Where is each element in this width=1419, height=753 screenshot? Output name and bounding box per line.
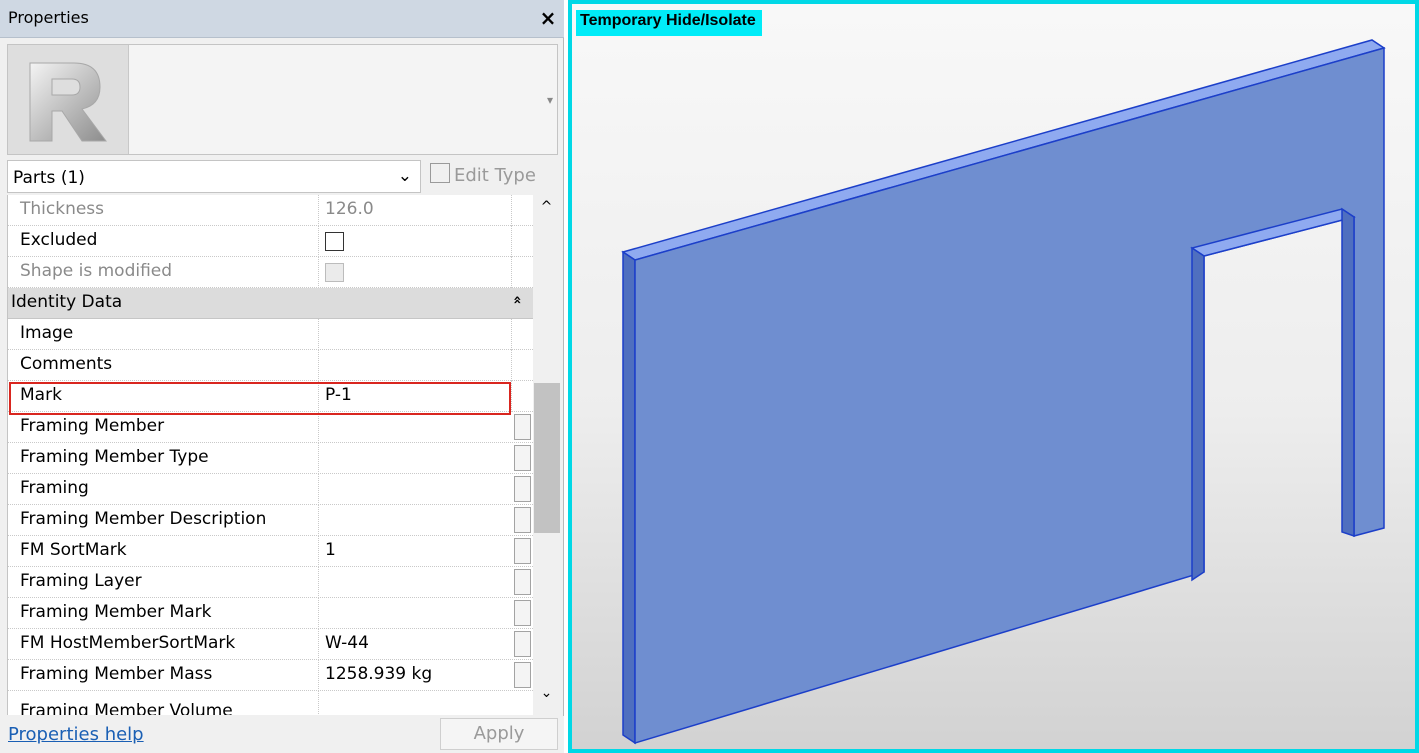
property-name: Framing Member Description (20, 509, 267, 529)
property-name: Mark (20, 385, 62, 405)
isolated-wall-part[interactable] (572, 4, 1415, 749)
edit-type-button[interactable]: Edit Type (430, 163, 555, 189)
property-name: Comments (20, 354, 113, 374)
mark-value[interactable]: P-1 (325, 385, 352, 405)
property-row-comments[interactable]: Comments (8, 350, 533, 381)
property-row-framing[interactable]: Framing (8, 474, 533, 505)
property-value: W-44 (325, 633, 369, 653)
properties-title-bar: Properties × (0, 0, 564, 38)
browse-button[interactable] (514, 662, 531, 688)
properties-footer: Properties help Apply (0, 716, 564, 753)
browse-button[interactable] (514, 414, 531, 440)
group-name: Identity Data (11, 292, 123, 312)
property-row-fm-hostmembersortmark[interactable]: FM HostMemberSortMark W-44 (8, 629, 533, 660)
property-row-framing-member-description[interactable]: Framing Member Description (8, 505, 533, 536)
type-selector[interactable]: ▾ (7, 44, 558, 155)
property-row-mark[interactable]: Mark P-1 (8, 381, 533, 412)
browse-button[interactable] (514, 569, 531, 595)
properties-help-link[interactable]: Properties help (8, 724, 144, 745)
edit-type-label: Edit Type (454, 165, 536, 186)
browse-button[interactable] (514, 507, 531, 533)
property-row-framing-member-type[interactable]: Framing Member Type (8, 443, 533, 474)
property-name: Framing Member Type (20, 447, 209, 467)
excluded-checkbox[interactable] (325, 232, 344, 251)
panel-title: Properties (8, 8, 89, 27)
properties-panel: Properties × ▾ Parts (1) ⌄ Edit Type Thi… (0, 0, 564, 753)
property-row-framing-member-mark[interactable]: Framing Member Mark (8, 598, 533, 629)
property-name: Framing Member Volume (20, 701, 233, 715)
revit-logo-icon (8, 45, 129, 154)
property-value: 1258.939 kg (325, 664, 433, 684)
browse-button[interactable] (514, 538, 531, 564)
element-filter-dropdown[interactable]: Parts (1) ⌄ (7, 160, 421, 193)
property-row-framing-member[interactable]: Framing Member (8, 412, 533, 443)
browse-button[interactable] (514, 600, 531, 626)
scroll-down-icon[interactable]: ⌄ (533, 685, 560, 701)
property-row-image[interactable]: Image (8, 319, 533, 350)
properties-scrollbar[interactable]: ^ ⌄ (533, 195, 560, 715)
type-dropdown-icon[interactable]: ▾ (547, 93, 553, 107)
property-name: Image (20, 323, 74, 343)
property-name: FM SortMark (20, 540, 127, 560)
chevron-down-icon[interactable]: ⌄ (398, 166, 412, 186)
wall-left-edge (622, 250, 636, 745)
property-name: Thickness (20, 199, 105, 219)
close-icon[interactable]: × (536, 4, 560, 32)
property-row-shape-modified[interactable]: Shape is modified (8, 257, 533, 288)
property-name: Framing Member Mass (20, 664, 213, 684)
browse-button[interactable] (514, 476, 531, 502)
property-row-thickness[interactable]: Thickness 126.0 (8, 195, 533, 226)
property-name: Framing Layer (20, 571, 142, 591)
filter-value: Parts (1) (13, 168, 85, 188)
property-name: Shape is modified (20, 261, 173, 281)
property-row-framing-layer[interactable]: Framing Layer (8, 567, 533, 598)
view-mode-label: Temporary Hide/Isolate (576, 10, 762, 36)
apply-button[interactable]: Apply (440, 718, 558, 750)
property-value: 1 (325, 540, 336, 560)
property-name: Excluded (20, 230, 98, 250)
properties-grid: Thickness 126.0 Excluded Shape is modifi… (7, 195, 533, 715)
browse-button[interactable] (514, 445, 531, 471)
property-name: Framing Member (20, 416, 165, 436)
browse-button[interactable] (514, 631, 531, 657)
shape-modified-checkbox (325, 263, 344, 282)
property-value: 126.0 (325, 199, 374, 219)
property-row-excluded[interactable]: Excluded (8, 226, 533, 257)
property-name: Framing (20, 478, 89, 498)
property-name: Framing Member Mark (20, 602, 212, 622)
property-row-fm-sortmark[interactable]: FM SortMark 1 (8, 536, 533, 567)
collapse-chevron-icon[interactable]: » (510, 292, 526, 308)
3d-viewport[interactable]: Temporary Hide/Isolate (568, 0, 1419, 753)
property-row-framing-member-volume[interactable]: Framing Member Volume (8, 691, 533, 715)
group-header-identity-data[interactable]: Identity Data » (8, 288, 533, 319)
property-row-framing-member-mass[interactable]: Framing Member Mass 1258.939 kg (8, 660, 533, 691)
opening-right-face (1341, 207, 1355, 538)
edit-type-icon (430, 163, 450, 183)
property-name: FM HostMemberSortMark (20, 633, 236, 653)
scroll-thumb[interactable] (534, 383, 560, 533)
scroll-up-icon[interactable]: ^ (533, 199, 560, 215)
opening-left-face (1191, 246, 1205, 582)
